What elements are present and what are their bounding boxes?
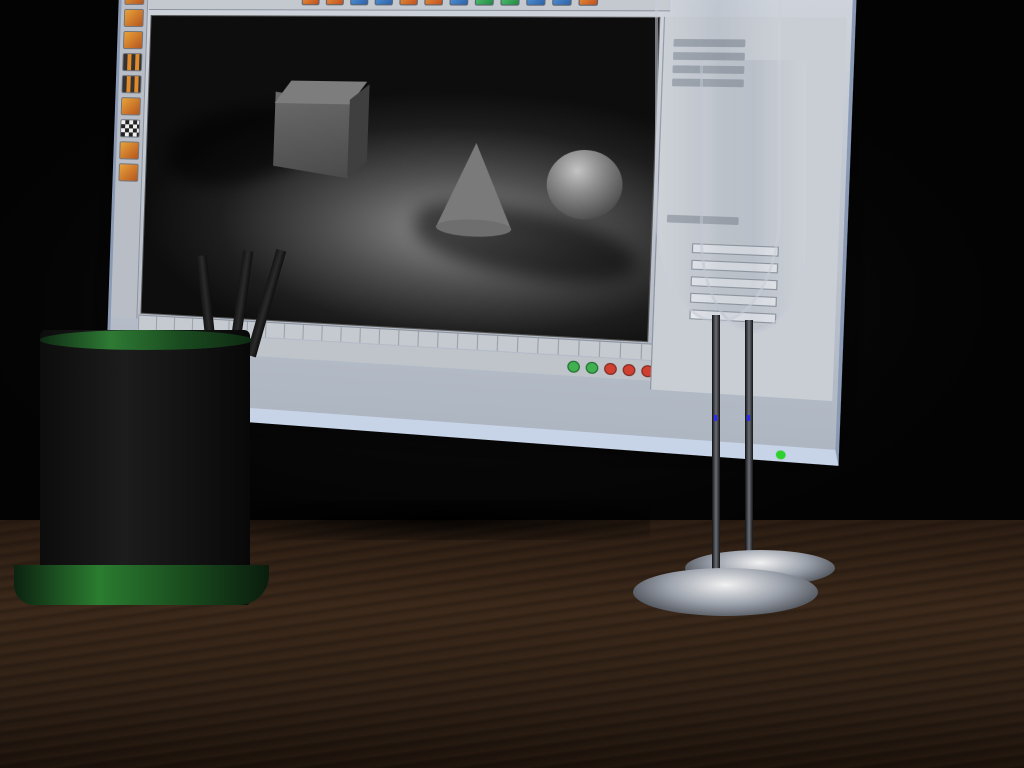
sphere-object[interactable] bbox=[545, 149, 624, 221]
pencil-cup-base bbox=[14, 565, 269, 605]
play-button[interactable] bbox=[567, 359, 581, 373]
scale-icon[interactable] bbox=[123, 8, 144, 28]
cube-icon[interactable] bbox=[449, 0, 469, 6]
3d-viewport[interactable] bbox=[140, 15, 661, 343]
record-button[interactable] bbox=[603, 362, 618, 375]
stem-reflection bbox=[747, 415, 750, 421]
wine-glass-stem-front bbox=[712, 315, 720, 570]
select-icon[interactable] bbox=[350, 0, 369, 5]
power-led bbox=[775, 450, 786, 460]
keyframe-button[interactable] bbox=[622, 363, 636, 376]
sphere-icon[interactable] bbox=[474, 0, 495, 6]
stem-reflection bbox=[714, 415, 717, 421]
grid-icon[interactable] bbox=[121, 75, 142, 94]
render-settings-icon[interactable] bbox=[424, 0, 444, 5]
cube-object[interactable] bbox=[273, 91, 351, 179]
wine-glass-foot-front bbox=[633, 568, 818, 616]
monitor-stand-shadow bbox=[230, 500, 650, 540]
top-toolbar bbox=[148, 0, 672, 12]
move-icon[interactable] bbox=[124, 0, 145, 5]
grid-icon[interactable] bbox=[122, 53, 143, 72]
light-icon[interactable] bbox=[500, 0, 521, 6]
redo-icon[interactable] bbox=[325, 0, 345, 5]
paint-icon[interactable] bbox=[118, 163, 139, 182]
undo-icon[interactable] bbox=[301, 0, 321, 5]
cone-object[interactable] bbox=[435, 142, 515, 230]
cube-icon[interactable] bbox=[120, 97, 141, 116]
material-icon[interactable] bbox=[578, 0, 599, 6]
pencil-cup-rim bbox=[40, 330, 252, 350]
edit-icon[interactable] bbox=[119, 141, 140, 160]
cube-side-face bbox=[347, 84, 370, 177]
step-button[interactable] bbox=[585, 360, 599, 374]
wine-glass-stem-back bbox=[745, 320, 753, 560]
camera-icon[interactable] bbox=[526, 0, 547, 6]
rotate-icon[interactable] bbox=[122, 30, 144, 50]
move-icon[interactable] bbox=[374, 0, 394, 5]
deformer-icon[interactable] bbox=[552, 0, 573, 6]
wine-glass-bowl-front bbox=[655, 0, 781, 323]
checker-icon[interactable] bbox=[119, 119, 141, 138]
render-icon[interactable] bbox=[399, 0, 419, 5]
pencil-cup bbox=[40, 330, 250, 605]
render-scene bbox=[0, 0, 1024, 768]
